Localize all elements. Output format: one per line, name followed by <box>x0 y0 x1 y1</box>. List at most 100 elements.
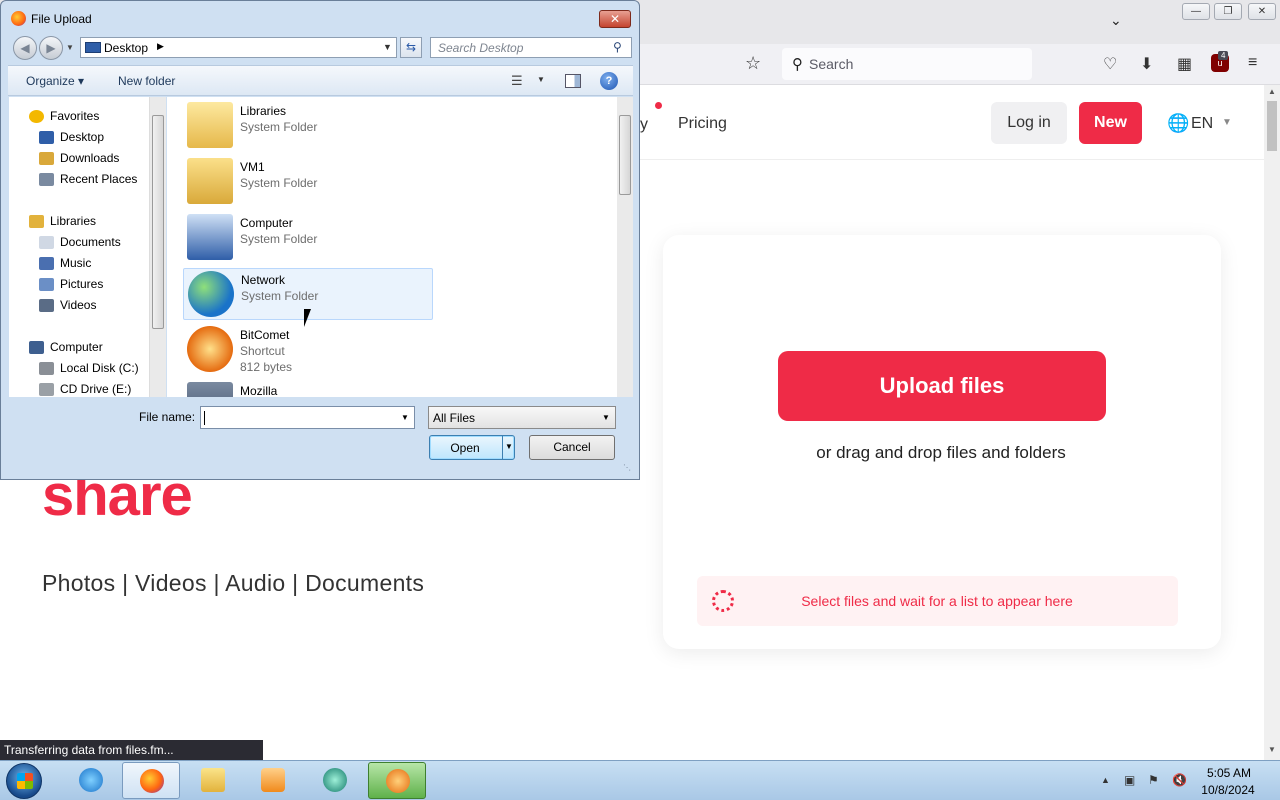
restore-button[interactable]: ❐ <box>1214 3 1242 20</box>
scrollbar-thumb[interactable] <box>1267 101 1277 151</box>
file-name: VM1 <box>240 160 265 174</box>
mozilla-icon <box>187 382 233 397</box>
recent-locations-caret-icon[interactable]: ▼ <box>66 43 74 52</box>
scrollbar-thumb[interactable] <box>619 115 631 195</box>
nav-pane-item[interactable]: Music <box>60 256 91 270</box>
volume-muted-icon[interactable]: 🔇 <box>1172 773 1187 787</box>
nav-pane-item[interactable]: Desktop <box>60 130 104 144</box>
open-button[interactable]: Open ▼ <box>429 435 515 460</box>
nav-link-pricing[interactable]: Pricing <box>678 115 727 133</box>
file-type: Shortcut <box>240 344 285 358</box>
upload-files-button[interactable]: Upload files <box>778 351 1106 421</box>
nav-pane-item[interactable]: Libraries <box>50 214 96 228</box>
file-name-input[interactable]: ▼ <box>200 406 415 429</box>
caret-down-icon[interactable]: ▼ <box>1222 117 1232 128</box>
file-name-label: File name: <box>139 410 196 424</box>
taskbar-media-player[interactable] <box>244 762 302 799</box>
address-breadcrumb[interactable]: Desktop <box>104 41 148 55</box>
mouse-cursor-icon <box>304 309 311 327</box>
open-options-caret-icon[interactable]: ▼ <box>505 442 513 451</box>
dialog-search-input[interactable]: Search Desktop ⚲ <box>430 37 632 58</box>
forward-arrow-icon[interactable]: ▶ <box>39 36 63 60</box>
page-scrollbar[interactable]: ▲ ▼ <box>1264 85 1280 760</box>
breadcrumb-arrow-icon[interactable]: ▶ <box>157 41 164 52</box>
pocket-icon[interactable]: ♡ <box>1103 54 1117 74</box>
file-name-dropdown-icon[interactable]: ▼ <box>401 413 409 422</box>
action-center-flag-icon[interactable]: ⚑ <box>1148 773 1162 787</box>
file-upload-dialog: File Upload ✕ ◀ ▶ ▼ Desktop ▶ ▼ ⇆ Search… <box>0 0 640 480</box>
star-icon <box>29 110 44 123</box>
new-folder-button[interactable]: New folder <box>118 74 175 88</box>
address-dropdown-icon[interactable]: ▼ <box>383 42 392 52</box>
language-selector[interactable]: EN <box>1191 115 1213 133</box>
nav-pane-item[interactable]: CD Drive (E:) <box>60 382 131 396</box>
internet-explorer-icon <box>79 768 103 792</box>
file-type-filter[interactable]: All Files ▼ <box>428 406 616 429</box>
libraries-icon <box>29 215 44 228</box>
firefox-icon <box>140 769 164 793</box>
login-button[interactable]: Log in <box>991 102 1067 144</box>
file-list-item[interactable]: Libraries System Folder <box>183 100 433 152</box>
taskbar-file-explorer[interactable] <box>184 762 242 799</box>
scrollbar-thumb[interactable] <box>152 115 164 329</box>
file-type-filter-value: All Files <box>433 411 476 425</box>
change-view-icon[interactable]: ☰ <box>511 73 523 89</box>
taskbar-internet-explorer[interactable] <box>62 762 120 799</box>
text-caret <box>204 411 205 425</box>
status-bar-text: Transferring data from files.fm... <box>0 740 263 760</box>
organize-button[interactable]: Organize ▾ <box>26 74 84 88</box>
clock-time[interactable]: 5:05 AM <box>1200 766 1258 780</box>
search-icon[interactable]: ⚲ <box>613 40 622 54</box>
list-all-tabs-button[interactable]: ⌄ <box>1110 12 1122 29</box>
view-options-caret-icon[interactable]: ▼ <box>537 75 545 84</box>
navigation-pane-scrollbar[interactable] <box>149 97 166 397</box>
clock-date[interactable]: 10/8/2024 <box>1198 783 1258 797</box>
minimize-button[interactable]: — <box>1182 3 1210 20</box>
nav-pane-item[interactable]: Local Disk (C:) <box>60 361 139 375</box>
nav-pane-item[interactable]: Videos <box>60 298 96 312</box>
nav-pane-item[interactable]: Documents <box>60 235 121 249</box>
taskbar-firefox[interactable] <box>122 762 180 799</box>
cancel-button[interactable]: Cancel <box>529 435 615 460</box>
download-icon[interactable]: ⬇ <box>1140 54 1153 74</box>
address-bar[interactable]: Desktop ▶ ▼ <box>80 37 397 58</box>
nav-pane-item[interactable]: Pictures <box>60 277 103 291</box>
back-arrow-icon[interactable]: ◀ <box>13 36 37 60</box>
music-icon <box>39 257 54 270</box>
network-icon <box>188 271 234 317</box>
show-hidden-icons-icon[interactable]: ▲ <box>1101 775 1110 785</box>
taskbar-teamviewer[interactable] <box>306 762 364 799</box>
taskbar-bitcomet[interactable] <box>368 762 426 799</box>
filter-dropdown-icon[interactable]: ▼ <box>602 413 610 422</box>
windows-logo-icon <box>17 773 33 789</box>
file-list-item[interactable]: BitComet Shortcut 812 bytes <box>183 324 433 376</box>
bookmark-star-icon[interactable]: ☆ <box>745 53 761 74</box>
start-button[interactable] <box>6 763 42 799</box>
nav-link-partial[interactable]: y <box>640 116 648 134</box>
preview-pane-icon[interactable] <box>565 74 581 88</box>
scroll-up-arrow-icon[interactable]: ▲ <box>1268 87 1276 96</box>
browser-search-box[interactable]: ⚲ Search <box>782 48 1032 80</box>
nav-pane-item[interactable]: Favorites <box>50 109 99 123</box>
hero-file-types: Photos | Videos | Audio | Documents <box>42 570 425 596</box>
file-name: Libraries <box>240 104 287 118</box>
network-icon[interactable]: ▣ <box>1124 773 1138 787</box>
file-list-item[interactable]: VM1 System Folder <box>183 156 433 208</box>
scroll-down-arrow-icon[interactable]: ▼ <box>1268 745 1276 754</box>
help-icon[interactable]: ? <box>600 72 618 90</box>
resize-grip-icon[interactable]: ⋱ <box>623 463 631 472</box>
file-list-item[interactable]: Mozilla <box>183 380 433 397</box>
downloads-folder-icon <box>39 152 54 165</box>
nav-pane-item[interactable]: Recent Places <box>60 172 137 186</box>
dialog-close-button[interactable]: ✕ <box>599 10 631 28</box>
nav-pane-item[interactable]: Computer <box>50 340 103 354</box>
hamburger-menu-icon[interactable]: ≡ <box>1248 54 1257 72</box>
globe-icon[interactable]: 🌐 <box>1167 113 1189 134</box>
extensions-icon[interactable]: ▦ <box>1177 54 1192 74</box>
file-list-item[interactable]: Computer System Folder <box>183 212 433 264</box>
nav-pane-item[interactable]: Downloads <box>60 151 119 165</box>
new-button[interactable]: New <box>1079 102 1142 144</box>
file-list-scrollbar[interactable] <box>617 97 633 397</box>
close-window-button[interactable]: ✕ <box>1248 3 1276 20</box>
refresh-icon[interactable]: ⇆ <box>400 37 422 58</box>
